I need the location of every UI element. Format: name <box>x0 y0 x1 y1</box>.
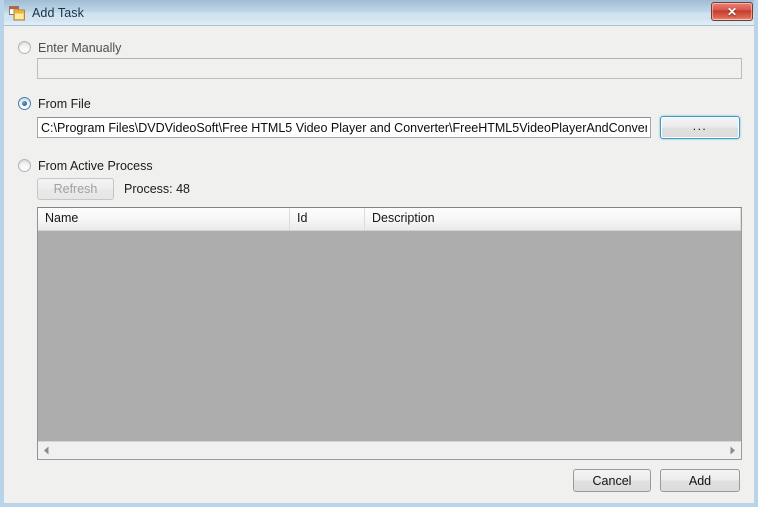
dialog-body: Enter Manually From File ... From Active… <box>4 26 754 503</box>
column-header-id[interactable]: Id <box>290 208 365 230</box>
radio-from-active-process[interactable]: From Active Process <box>18 157 153 174</box>
windows-form-icon <box>9 5 25 21</box>
cancel-button[interactable]: Cancel <box>573 469 651 492</box>
radio-enter-manually-label: Enter Manually <box>38 40 122 55</box>
title-bar[interactable]: Add Task ✕ <box>4 0 754 26</box>
process-list-header: Name Id Description <box>38 208 741 231</box>
refresh-button-label: Refresh <box>53 182 98 196</box>
browse-button-label: ... <box>692 119 708 133</box>
file-path-input[interactable] <box>37 117 651 138</box>
column-header-description[interactable]: Description <box>365 208 741 230</box>
radio-from-active-process-label: From Active Process <box>38 158 153 173</box>
scrollbar-track[interactable] <box>55 442 724 459</box>
refresh-button[interactable]: Refresh <box>37 178 114 200</box>
process-list-hscrollbar[interactable] <box>38 441 741 459</box>
radio-enter-manually[interactable]: Enter Manually <box>18 39 121 56</box>
add-task-dialog: Add Task ✕ Enter Manually From File ... … <box>0 0 758 507</box>
browse-button[interactable]: ... <box>660 116 740 139</box>
column-header-name[interactable]: Name <box>38 208 290 230</box>
radio-from-file[interactable]: From File <box>18 95 91 112</box>
radio-from-file-label: From File <box>38 96 91 111</box>
process-count-label: Process: 48 <box>124 182 191 196</box>
process-list[interactable]: Name Id Description <box>37 207 742 460</box>
cancel-button-label: Cancel <box>592 473 632 488</box>
radio-enter-manually-indicator[interactable] <box>18 41 31 54</box>
process-list-body[interactable] <box>38 231 741 440</box>
window-title: Add Task <box>32 5 84 20</box>
scroll-right-arrow[interactable] <box>724 442 741 459</box>
add-button[interactable]: Add <box>660 469 740 492</box>
close-icon[interactable]: ✕ <box>711 2 753 21</box>
radio-from-file-indicator[interactable] <box>18 97 31 110</box>
scroll-left-arrow[interactable] <box>38 442 55 459</box>
add-button-label: Add <box>688 473 712 488</box>
radio-from-active-process-indicator[interactable] <box>18 159 31 172</box>
manual-entry-input[interactable] <box>37 58 742 79</box>
